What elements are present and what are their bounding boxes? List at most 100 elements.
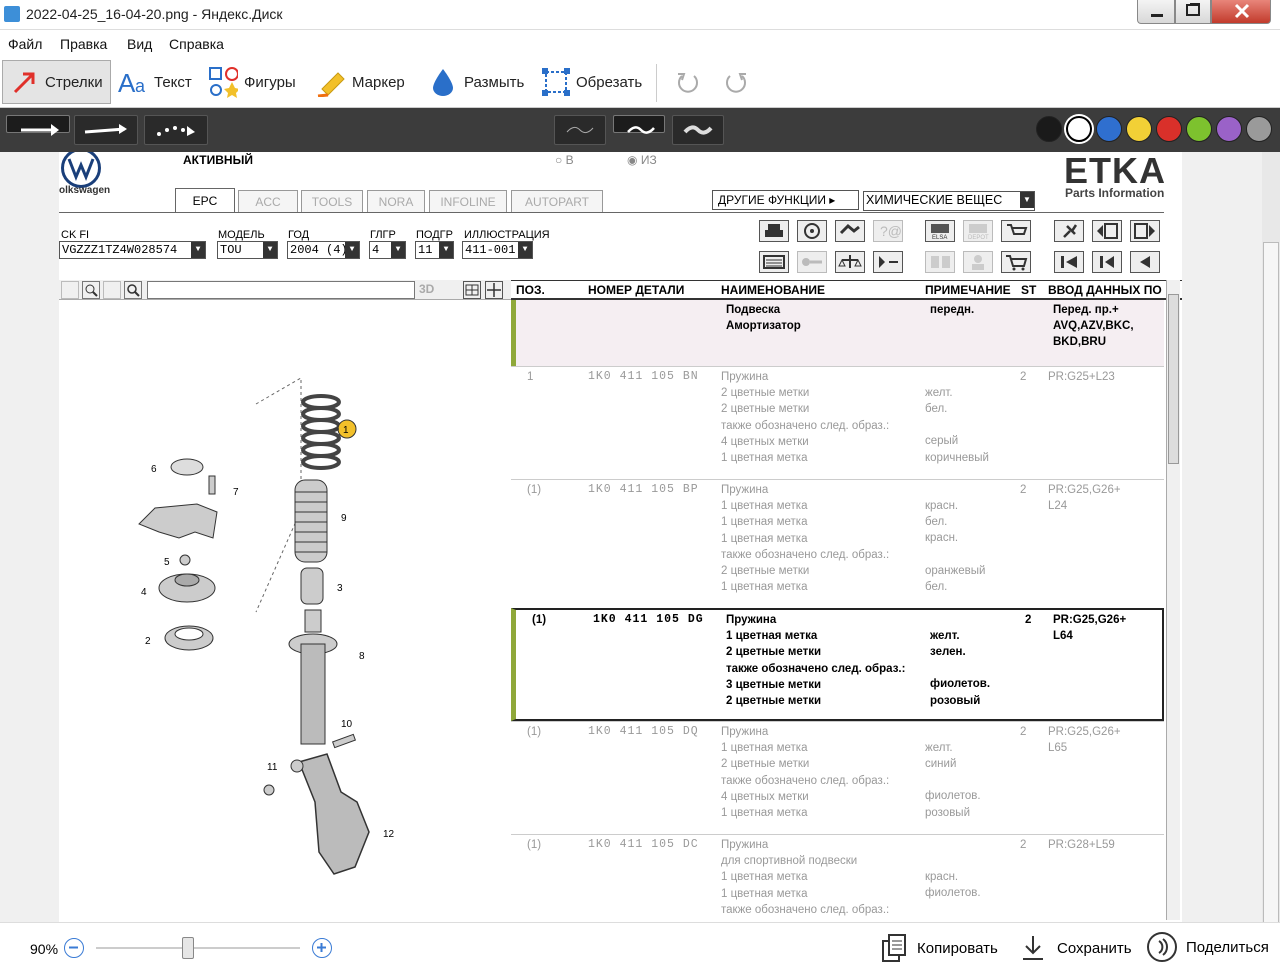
redo-button[interactable] (721, 62, 757, 102)
group-select[interactable]: 4 ▼ (369, 241, 406, 259)
copy-button[interactable]: Копировать (880, 933, 998, 963)
crosshair-icon[interactable] (485, 281, 503, 299)
arrow-style-2[interactable] (74, 115, 138, 145)
table-scrollbar-thumb[interactable] (1168, 294, 1179, 464)
zoom-out-button[interactable] (64, 938, 84, 958)
maximize-button[interactable] (1175, 0, 1211, 24)
col-data[interactable]: ВВОД ДАННЫХ ПО (1048, 283, 1162, 301)
share-button[interactable]: Поделиться (1146, 931, 1269, 963)
3d-button[interactable]: 3D (419, 282, 434, 296)
prev-page-button[interactable] (1092, 251, 1122, 273)
pin-button[interactable] (1054, 220, 1084, 242)
col-st[interactable]: ST (1021, 283, 1036, 301)
vin-field[interactable]: VGZZZ1TZ4W028574 ▼ (59, 241, 206, 259)
stroke-thick[interactable] (672, 115, 724, 145)
table-row[interactable]: Подвеска Амортизатор передн. Перед. пр.+ AVQ… (511, 300, 1164, 366)
tab-autopart[interactable]: AUTOPART (511, 190, 603, 212)
arrow-style-1[interactable] (6, 115, 70, 136)
question-button[interactable]: ?@ (873, 220, 903, 242)
layout-icon[interactable] (463, 281, 481, 299)
color-white[interactable] (1066, 116, 1092, 142)
zoom-fit-icon[interactable] (103, 281, 121, 299)
menu-help[interactable]: Справка (169, 36, 224, 52)
editor-toolbar: Стрелки Aa Текст Фигуры Маркер Размыть О… (0, 58, 1280, 108)
table-scrollbar[interactable] (1166, 280, 1180, 920)
color-grey[interactable] (1246, 116, 1272, 142)
stroke-thin[interactable] (554, 115, 606, 145)
menu-view[interactable]: Вид (127, 36, 152, 52)
tab-nora[interactable]: NORA (367, 190, 425, 212)
row-name-line: Пружина (721, 726, 769, 738)
color-blue[interactable] (1096, 116, 1122, 142)
print-button[interactable] (759, 220, 789, 242)
minimize-button[interactable] (1137, 0, 1175, 24)
tab-tools[interactable]: TOOLS (301, 190, 363, 212)
table-row[interactable]: (1) 1K0 411 105 DC Пружина для спортивной п… (511, 834, 1164, 922)
user-button[interactable] (963, 251, 993, 273)
key-button[interactable] (797, 251, 827, 273)
share-icon (1147, 932, 1177, 962)
close-button[interactable] (1211, 0, 1271, 24)
table-row[interactable]: (1) 1K0 411 105 BP Пружина 1 цветная метка 1… (511, 479, 1164, 608)
color-red[interactable] (1156, 116, 1182, 142)
prev-button[interactable] (1130, 251, 1160, 273)
tab-epc[interactable]: EPC (175, 188, 235, 212)
table-row[interactable]: (1) 1K0 411 105 DG Пружина 1 цветная метка 2… (511, 608, 1164, 721)
zoom-out-icon[interactable] (61, 281, 79, 299)
zoom-area-icon[interactable] (82, 281, 100, 299)
page-forward-button[interactable] (1130, 220, 1160, 242)
first-page-button[interactable] (1054, 251, 1084, 273)
page-back-button[interactable] (1092, 220, 1122, 242)
table-row[interactable]: (1) 1K0 411 105 DQ Пружина 1 цветная метка 2… (511, 721, 1164, 834)
menu-edit[interactable]: Правка (60, 36, 107, 52)
undo-button[interactable] (673, 62, 709, 102)
col-pos[interactable]: ПОЗ. (516, 283, 545, 301)
shapes-tool[interactable]: Фигуры (208, 62, 296, 102)
color-green[interactable] (1186, 116, 1212, 142)
col-name[interactable]: НАИМЕНОВАНИЕ (721, 283, 825, 301)
stroke-medium[interactable] (613, 115, 665, 134)
arrows-tool[interactable]: Стрелки (2, 60, 111, 104)
arrow-minus-button[interactable] (873, 251, 903, 273)
search-icon[interactable] (124, 281, 142, 299)
search-input[interactable] (147, 281, 415, 299)
disc-button[interactable] (797, 220, 827, 242)
arrow-style-3[interactable] (144, 115, 208, 145)
depot-button[interactable]: DEPOT (963, 220, 993, 242)
cart-button[interactable] (1001, 251, 1031, 273)
blur-tool[interactable]: Размыть (428, 62, 524, 102)
color-purple[interactable] (1216, 116, 1242, 142)
tab-infoline[interactable]: INFOLINE (429, 190, 507, 212)
compare-button[interactable] (925, 251, 955, 273)
illus-select[interactable]: 411-001 ▼ (462, 241, 533, 259)
elsa-button[interactable]: ELSA (925, 220, 955, 242)
text-tool[interactable]: Aa Текст (118, 62, 192, 102)
balance-button[interactable] (835, 251, 865, 273)
tab-acc[interactable]: ACC (238, 190, 298, 212)
scrollbar-thumb[interactable] (1263, 242, 1279, 962)
radio-out[interactable]: ◉ ИЗ (627, 153, 657, 167)
cart-arrow-button[interactable] (1001, 220, 1031, 242)
other-functions-button[interactable]: ДРУГИЕ ФУНКЦИИ ▸ (712, 190, 859, 210)
marker-tool[interactable]: Маркер (316, 62, 405, 102)
table-row[interactable]: 1 1K0 411 105 BN Пружина 2 цветные метки 2 ц… (511, 366, 1164, 479)
model-select[interactable]: TOU ▼ (217, 241, 278, 259)
chem-dropdown[interactable]: ХИМИЧЕСКИЕ ВЕЩЕС ▼ (863, 191, 1035, 211)
menu-file[interactable]: Файл (8, 36, 42, 52)
col-note[interactable]: ПРИМЕЧАНИЕ (925, 283, 1011, 301)
zoom-in-button[interactable] (312, 938, 332, 958)
color-black[interactable] (1036, 116, 1062, 142)
subgroup-select[interactable]: 11 ▼ (415, 241, 454, 259)
radio-in[interactable]: ○ В (555, 153, 574, 167)
color-yellow[interactable] (1126, 116, 1152, 142)
list-button[interactable] (759, 251, 789, 273)
col-part-number[interactable]: НОМЕР ДЕТАЛИ (588, 283, 684, 301)
zoom-slider-thumb[interactable] (181, 937, 194, 959)
vertical-scrollbar[interactable] (1262, 152, 1280, 962)
handshake-button[interactable] (835, 220, 865, 242)
svg-text:?@: ?@ (880, 223, 902, 239)
crop-tool[interactable]: Обрезать (540, 62, 642, 102)
zoom-slider-track[interactable] (96, 947, 300, 949)
save-button[interactable]: Сохранить (1020, 933, 1132, 963)
year-select[interactable]: 2004 (4) ▼ (287, 241, 360, 259)
